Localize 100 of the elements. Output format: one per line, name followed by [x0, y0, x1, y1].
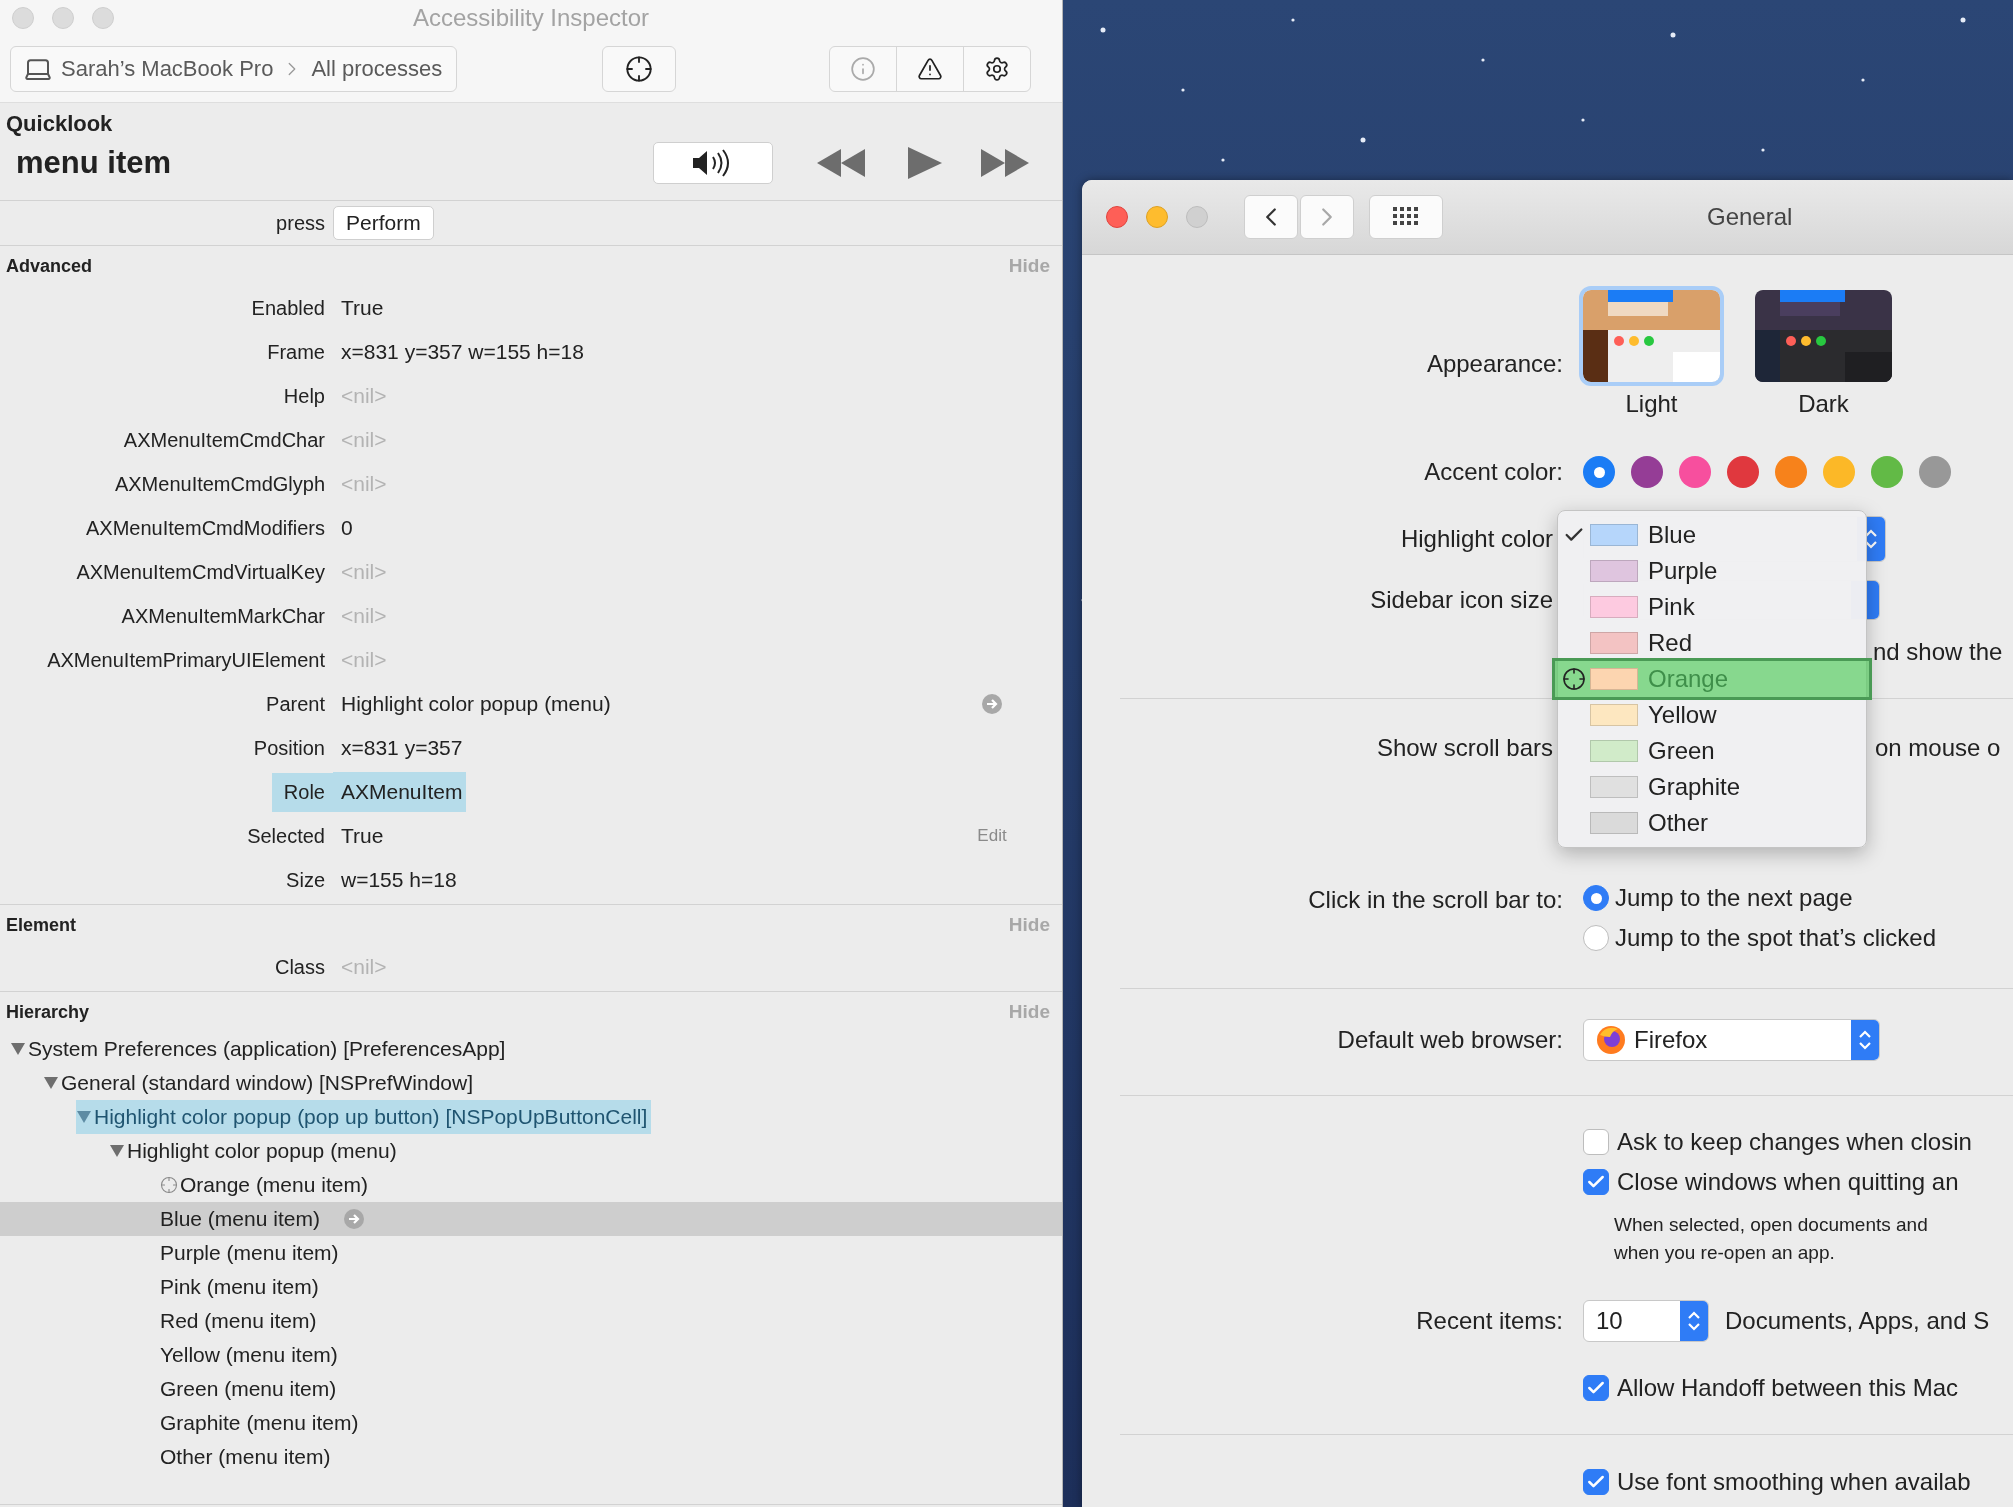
- collapse-triangle-icon[interactable]: [109, 1144, 125, 1158]
- menu-item[interactable]: Purple: [1558, 553, 1866, 589]
- collapse-triangle-icon[interactable]: [76, 1110, 92, 1124]
- window-title: Accessibility Inspector: [412, 4, 650, 32]
- show-all-button[interactable]: [1369, 195, 1443, 239]
- section-heading: Advanced: [6, 255, 93, 277]
- radio-button[interactable]: [1583, 925, 1609, 951]
- arrow-circle-icon[interactable]: [343, 1209, 364, 1229]
- field-label: Show scroll bars: [1376, 734, 1554, 762]
- accent-color-swatch[interactable]: [1919, 456, 1951, 488]
- tree-item[interactable]: Yellow (menu item): [142, 1338, 342, 1372]
- field-label: Sidebar icon size: [1370, 586, 1554, 614]
- segmented-control[interactable]: [829, 46, 1031, 92]
- tree-item[interactable]: Other (menu item): [142, 1440, 335, 1474]
- accent-color-swatch[interactable]: [1823, 456, 1855, 488]
- browser-popup[interactable]: Firefox: [1583, 1019, 1880, 1061]
- menu-item[interactable]: Other: [1558, 805, 1866, 841]
- attribute-value: True: [340, 823, 385, 849]
- attribute-value: <nil>: [340, 954, 388, 980]
- attribute-value: 0: [340, 515, 354, 541]
- option-label: Dark: [1798, 390, 1849, 418]
- collapse-triangle-icon[interactable]: [10, 1042, 26, 1056]
- close-button[interactable]: [1106, 206, 1128, 228]
- crosshair-icon: [1562, 667, 1586, 691]
- menu-item[interactable]: Graphite: [1558, 769, 1866, 805]
- warning-icon: [917, 56, 943, 82]
- attribute-label: Frame: [266, 339, 326, 365]
- attribute-label: AXMenuItemCmdModifiers: [85, 515, 326, 541]
- checkbox[interactable]: [1583, 1169, 1609, 1195]
- speak-button[interactable]: [653, 142, 773, 184]
- field-label: Accent color:: [1424, 458, 1564, 486]
- attribute-label: Class: [274, 954, 326, 980]
- accent-color-swatch[interactable]: [1727, 456, 1759, 488]
- browser-icon: [1596, 1025, 1626, 1055]
- accent-color-swatch[interactable]: [1775, 456, 1807, 488]
- perform-button[interactable]: Perform: [333, 206, 434, 240]
- menu-item[interactable]: Pink: [1558, 589, 1866, 625]
- arrow-circle-icon[interactable]: [982, 694, 1002, 714]
- tree-item[interactable]: Blue (menu item): [142, 1202, 324, 1236]
- radio-option[interactable]: Jump to the next page: [1583, 878, 2013, 918]
- menu-item[interactable]: Blue: [1558, 517, 1866, 553]
- radio-option[interactable]: Jump to the spot that’s clicked: [1583, 918, 2013, 958]
- checkbox[interactable]: [1583, 1129, 1609, 1155]
- tree-item[interactable]: Highlight color popup (pop up button) [NSPopUpButtonCell]: [76, 1100, 652, 1134]
- field-label: Default web browser:: [1337, 1026, 1564, 1054]
- fast-forward-icon[interactable]: [979, 148, 1031, 178]
- checkbox[interactable]: [1583, 1375, 1609, 1401]
- tree-item[interactable]: System Preferences (application) [PreferencesApp]: [10, 1032, 510, 1066]
- attribute-label: AXMenuItemCmdVirtualKey: [75, 559, 326, 585]
- help-text: When selected, open documents and when you re-open an app.: [1613, 1213, 1929, 1265]
- checkbox[interactable]: [1583, 1469, 1609, 1495]
- attribute-label: Parent: [265, 691, 326, 717]
- attribute-label: AXMenuItemCmdChar: [122, 427, 326, 453]
- settings-icon: [984, 56, 1010, 82]
- action-label: press: [275, 210, 326, 236]
- tree-item[interactable]: Green (menu item): [142, 1372, 341, 1406]
- breadcrumb-bar[interactable]: Sarah’s MacBook Pro All processes: [10, 46, 458, 92]
- field-label: Recent items:: [1416, 1307, 1564, 1335]
- accent-color-swatch[interactable]: [1583, 456, 1615, 488]
- menu-item[interactable]: Red: [1558, 625, 1866, 661]
- accent-color-swatch[interactable]: [1871, 456, 1903, 488]
- attribute-value: <nil>: [340, 603, 388, 629]
- attribute-value: w=155 h=18: [340, 867, 458, 893]
- accent-color-swatch[interactable]: [1631, 456, 1663, 488]
- field-label: Highlight color: [1400, 525, 1554, 553]
- dark-appearance-drawing[interactable]: [1755, 290, 1892, 382]
- section-heading: Element: [6, 914, 77, 936]
- accent-color-swatch[interactable]: [1679, 456, 1711, 488]
- target-button[interactable]: [602, 46, 677, 92]
- menu-item[interactable]: Green: [1558, 733, 1866, 769]
- field-label: Appearance:: [1426, 349, 1564, 378]
- tree-item[interactable]: Pink (menu item): [142, 1270, 323, 1304]
- rewind-icon[interactable]: [817, 148, 867, 178]
- attribute-value: <nil>: [340, 383, 388, 409]
- recent-items-stepper[interactable]: 10: [1583, 1300, 1709, 1342]
- checkbox-label: Use font smoothing when availab: [1617, 1468, 1971, 1496]
- info-icon: [850, 56, 876, 82]
- back-button[interactable]: [1244, 195, 1298, 239]
- attribute-value: x=831 y=357 w=155 h=18: [340, 339, 585, 365]
- breadcrumb-item[interactable]: Sarah’s MacBook Pro: [61, 56, 274, 82]
- section-heading: Hierarchy: [6, 1001, 90, 1023]
- tree-item[interactable]: Highlight color popup (menu): [109, 1134, 401, 1168]
- element-name: menu item: [16, 145, 172, 181]
- tree-item[interactable]: Red (menu item): [142, 1304, 321, 1338]
- attribute-label: Size: [285, 867, 326, 893]
- attribute-label: Position: [252, 735, 326, 761]
- collapse-triangle-icon[interactable]: [43, 1076, 59, 1090]
- tree-item[interactable]: General (standard window) [NSPrefWindow]: [43, 1066, 477, 1100]
- option-label: Light: [1625, 390, 1678, 418]
- tree-item[interactable]: Orange (menu item): [142, 1168, 372, 1202]
- tree-item[interactable]: Graphite (menu item): [142, 1406, 363, 1440]
- attribute-value: Highlight color popup (menu): [340, 691, 612, 717]
- breadcrumb-item[interactable]: All processes: [311, 56, 443, 82]
- grid-icon: [1393, 207, 1419, 227]
- radio-button[interactable]: [1583, 885, 1609, 911]
- option-label: on mouse o: [1875, 734, 2001, 762]
- menu-item[interactable]: Yellow: [1558, 697, 1866, 733]
- attribute-label: Enabled: [250, 295, 326, 321]
- attribute-value: <nil>: [340, 427, 388, 453]
- tree-item[interactable]: Purple (menu item): [142, 1236, 343, 1270]
